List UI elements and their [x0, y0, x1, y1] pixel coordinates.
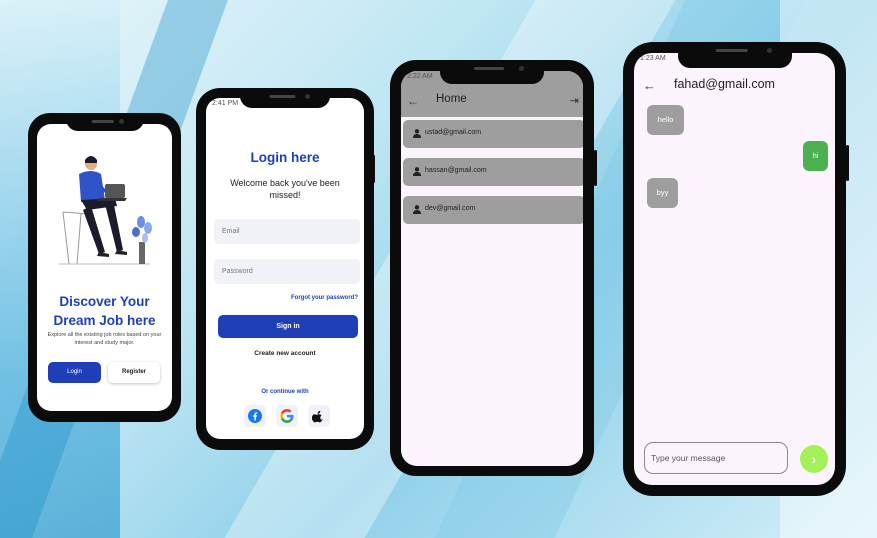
home-phone: 2:22 AM ← Home ⇥ ustad@gmail.com hassan@…: [390, 60, 594, 476]
user-email: dev@gmail.com: [425, 205, 476, 212]
login-phone: 2:41 PM Login here Welcome back you've b…: [196, 88, 374, 450]
apple-icon: [312, 410, 323, 423]
onboarding-screen: Discover Your Dream Job here Explore all…: [37, 124, 172, 411]
create-account-link[interactable]: Create new account: [206, 350, 364, 357]
person-icon: [413, 205, 421, 214]
login-button[interactable]: Login: [48, 362, 101, 383]
welcome-text: Welcome back you've been missed!: [230, 178, 340, 200]
apple-button[interactable]: [308, 405, 330, 427]
onboarding-phone: Discover Your Dream Job here Explore all…: [28, 113, 181, 422]
phone-notch: [440, 60, 544, 84]
phone-side-button: [846, 145, 849, 181]
received-message: byy: [647, 178, 678, 208]
chat-phone: 1:23 AM ← fahad@gmail.com hello hi byy T…: [623, 42, 846, 496]
back-arrow-icon[interactable]: ←: [407, 94, 419, 108]
message-input[interactable]: Type your message: [644, 442, 788, 474]
login-screen: 2:41 PM Login here Welcome back you've b…: [206, 98, 364, 439]
google-button[interactable]: [276, 405, 298, 427]
facebook-icon: [248, 409, 262, 423]
google-icon: [280, 409, 294, 423]
continue-with-label: Or continue with: [261, 389, 309, 395]
person-icon: [413, 129, 421, 138]
logout-icon[interactable]: ⇥: [570, 94, 579, 107]
onboarding-subtitle: Explore all the existing job roles based…: [47, 332, 162, 346]
person-icon: [413, 167, 421, 176]
status-time: 2:22 AM: [407, 73, 433, 80]
forgot-password-link[interactable]: Forgot your password?: [291, 295, 358, 301]
chat-title: fahad@gmail.com: [674, 77, 775, 91]
phone-side-button: [594, 150, 597, 186]
phone-notch: [677, 42, 792, 68]
home-screen: 2:22 AM ← Home ⇥ ustad@gmail.com hassan@…: [401, 71, 583, 466]
back-arrow-icon[interactable]: ←: [643, 78, 656, 93]
sign-in-button[interactable]: Sign in: [218, 315, 358, 338]
chat-screen: 1:23 AM ← fahad@gmail.com hello hi byy T…: [634, 53, 835, 485]
phone-notch: [240, 88, 330, 108]
person-laptop-illustration: [59, 156, 152, 265]
email-field[interactable]: Email: [214, 219, 360, 244]
phone-side-button: [372, 155, 375, 183]
facebook-button[interactable]: [244, 405, 266, 427]
received-message: hello: [647, 105, 684, 135]
onboarding-title: Discover Your Dream Job here: [53, 294, 156, 328]
user-list-item[interactable]: hassan@gmail.com: [403, 158, 583, 186]
phone-notch: [65, 113, 144, 131]
user-email: ustad@gmail.com: [425, 129, 482, 136]
sent-message: hi: [803, 141, 828, 171]
login-title: Login here: [250, 150, 320, 165]
user-list-item[interactable]: ustad@gmail.com: [403, 120, 583, 148]
status-time: 2:41 PM: [212, 100, 239, 107]
chevron-right-icon: ›: [811, 451, 817, 467]
user-list-item[interactable]: dev@gmail.com: [403, 196, 583, 224]
password-field[interactable]: Password: [214, 259, 360, 284]
home-title: Home: [436, 93, 467, 105]
register-button[interactable]: Register: [108, 362, 160, 383]
user-email: hassan@gmail.com: [425, 167, 487, 174]
send-button[interactable]: ›: [800, 445, 828, 473]
status-time: 1:23 AM: [640, 55, 666, 62]
